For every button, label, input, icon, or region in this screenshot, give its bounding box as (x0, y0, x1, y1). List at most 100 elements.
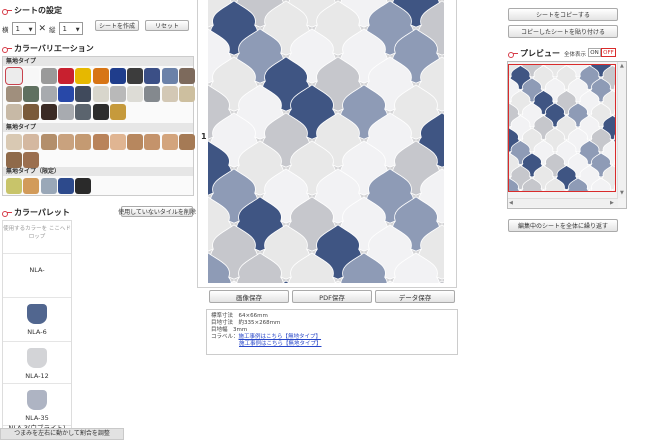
height-select[interactable]: 1 ▼ (58, 22, 83, 35)
palette-item[interactable]: NLA-35 (3, 383, 71, 425)
palette-item[interactable]: NLA-12 (3, 341, 71, 383)
color-variation-panel: 無地タイプ 無地タイプ 無地タイプ（限定） (2, 56, 195, 196)
plain-2-swatch[interactable] (40, 134, 57, 150)
palette-item[interactable]: NLA- (3, 253, 71, 297)
group-head-limited: 無地タイプ（限定） (3, 167, 193, 176)
toggle-off[interactable]: OFF (601, 48, 616, 57)
plain-swatch[interactable] (92, 68, 109, 84)
key-icon (508, 51, 518, 58)
width-label: 横 (2, 25, 9, 34)
toggle-on[interactable]: ON (588, 48, 601, 57)
plain-2-swatch[interactable] (144, 134, 161, 150)
remove-unused-tiles-button[interactable]: 使用していないタイルを削除 (118, 206, 196, 217)
limited-swatch[interactable] (40, 178, 57, 194)
palette-item[interactable]: NLA-6 (3, 297, 71, 341)
plain-swatch[interactable] (127, 68, 144, 84)
plain-2-swatch[interactable] (57, 134, 74, 150)
plain-swatch[interactable] (40, 68, 57, 84)
info-joint-size: 目地寸法 約335×268mm (211, 320, 281, 326)
plain-swatch[interactable] (57, 104, 74, 120)
plain-2-swatch[interactable] (23, 152, 40, 168)
plain-2-swatch[interactable] (109, 134, 126, 150)
plain-2-swatch[interactable] (75, 134, 92, 150)
palette-item-label: NLA-35 (25, 414, 49, 422)
plain-swatch[interactable] (161, 86, 178, 102)
limited-swatch[interactable] (6, 178, 22, 194)
palette-item-label: NLA-6 (27, 328, 47, 336)
copy-sheet-button[interactable]: シートをコピーする (508, 8, 618, 21)
plain-swatch[interactable] (23, 68, 40, 84)
plain-2-swatch[interactable] (127, 134, 144, 150)
plain-swatch[interactable] (161, 68, 178, 84)
plain-swatch[interactable] (23, 86, 40, 102)
plain-swatch[interactable] (57, 68, 74, 84)
case-study-link-2[interactable]: 施工事例はこちら【無地タイプ】 (239, 341, 322, 347)
plain-swatch[interactable] (144, 68, 161, 84)
plain-swatch[interactable] (127, 86, 144, 102)
limited-swatch[interactable] (75, 178, 92, 194)
info-links: コラベル：施工事例はこちら【無地タイプ】 (211, 334, 453, 341)
plain-swatch[interactable] (179, 86, 195, 102)
plain-swatch[interactable] (179, 68, 195, 84)
tile-swatch (27, 348, 47, 368)
plain-swatch[interactable] (144, 86, 161, 102)
preview-vertical-scrollbar[interactable]: ▲ ▼ (617, 62, 626, 198)
save-pdf-button[interactable]: PDF保存 (292, 290, 372, 303)
tile-sheet-svg[interactable] (208, 0, 444, 283)
reset-button[interactable]: リセット (145, 20, 189, 31)
chevron-down-icon: ▼ (28, 27, 33, 33)
plain-swatch[interactable] (40, 86, 57, 102)
scroll-down-icon[interactable]: ▼ (620, 190, 624, 196)
scroll-up-icon[interactable]: ▲ (620, 63, 624, 69)
case-study-link-1[interactable]: 施工事例はこちら【無地タイプ】 (239, 334, 322, 340)
key-icon (2, 46, 12, 53)
repeat-sheet-button[interactable]: 編集中のシートを全体に繰り返す (508, 219, 618, 232)
palette-item-label: NLA-12 (25, 372, 49, 380)
plain-2-swatch[interactable] (6, 152, 22, 168)
plain-swatch[interactable] (57, 86, 74, 102)
plain-2-swatch[interactable] (23, 134, 40, 150)
save-data-button[interactable]: データ保存 (375, 290, 455, 303)
color-palette-title: カラーパレット (2, 207, 70, 218)
plain-2-swatch[interactable] (6, 134, 22, 150)
limited-swatch[interactable] (23, 178, 40, 194)
plain-swatch[interactable] (6, 86, 22, 102)
plain-swatch[interactable] (109, 104, 126, 120)
save-image-button[interactable]: 画像保存 (209, 290, 289, 303)
limited-swatch[interactable] (57, 178, 74, 194)
ratio-slider-handle[interactable]: つまみを左右に動かして割合を調整 (0, 428, 124, 440)
width-select[interactable]: 1 ▼ (11, 22, 36, 35)
plain-swatch[interactable] (75, 86, 92, 102)
plain-swatch[interactable] (40, 104, 57, 120)
plain-swatch[interactable] (109, 68, 126, 84)
plain-2-swatch[interactable] (179, 134, 195, 150)
preview-horizontal-scrollbar[interactable]: ◀ ▶ (508, 198, 618, 207)
create-sheet-button[interactable]: シートを作成 (95, 20, 139, 31)
tile-info-box: 標準寸法 64×66mm 目地寸法 約335×268mm 目地幅 3mm コラベ… (206, 309, 458, 355)
key-icon (2, 210, 12, 217)
tile-sheet-canvas[interactable] (208, 0, 444, 283)
paste-sheet-button[interactable]: コピーしたシートを貼り付ける (508, 25, 618, 38)
info-label: コラベル： (211, 334, 239, 340)
preview-svg (509, 65, 615, 191)
info-size: 標準寸法 64×66mm (211, 313, 268, 319)
plain-swatch[interactable] (6, 104, 22, 120)
color-variation-title: カラーバリエーション (2, 43, 94, 54)
plain-swatch[interactable] (75, 68, 92, 84)
plain-swatch[interactable] (109, 86, 126, 102)
scroll-left-icon[interactable]: ◀ (509, 200, 513, 206)
plain-swatch[interactable] (92, 86, 109, 102)
plain-2-swatch[interactable] (92, 134, 109, 150)
sheet-settings-title: シートの設定 (2, 5, 62, 16)
color-variation-label: カラーバリエーション (14, 44, 94, 53)
plain-swatch[interactable] (75, 104, 92, 120)
times-icon: ✕ (38, 23, 47, 34)
scroll-right-icon[interactable]: ▶ (610, 200, 614, 206)
drop-zone[interactable]: 使用するカラーを ここへドロップ (3, 221, 71, 253)
plain-swatch[interactable] (5, 67, 23, 85)
plain-2-swatch[interactable] (161, 134, 178, 150)
plain-swatch[interactable] (23, 104, 40, 120)
chevron-down-icon: ▼ (75, 27, 80, 33)
plain-swatch[interactable] (92, 104, 109, 120)
all-display-label: 全体表示 (564, 52, 587, 58)
